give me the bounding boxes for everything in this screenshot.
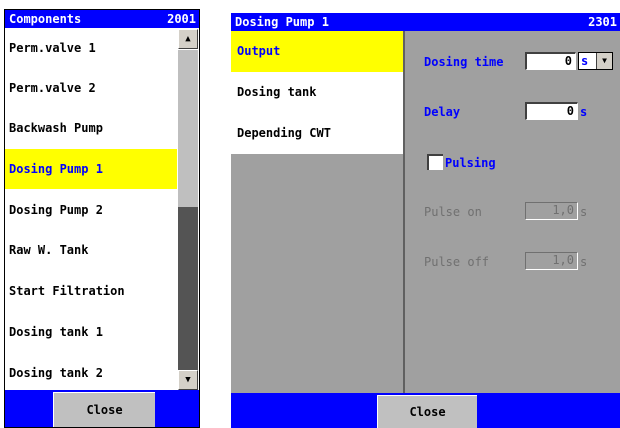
detail-footer: Close (231, 393, 620, 428)
delay-unit: s (580, 105, 588, 119)
pulse-on-label: Pulse on (424, 205, 482, 219)
dosing-time-label: Dosing time (424, 55, 504, 69)
dosing-time-unit-value: s (581, 54, 589, 68)
components-close-button[interactable]: Close (53, 392, 155, 427)
delay-label: Delay (424, 105, 461, 119)
pulsing-checkbox[interactable] (427, 154, 443, 170)
pulse-off-label: Pulse off (424, 255, 490, 269)
tab-output[interactable]: Output (231, 31, 403, 72)
components-code: 2001 (167, 12, 196, 26)
pulse-off-unit: s (580, 255, 588, 269)
components-title: Components (9, 12, 82, 26)
list-item-raw-w-tank[interactable]: Raw W. Tank (5, 230, 177, 270)
components-footer: Close (5, 390, 199, 427)
list-item-dosing-tank-1[interactable]: Dosing tank 1 (5, 312, 177, 352)
components-titlebar: Components 2001 (5, 10, 199, 28)
delay-field[interactable]: 0 (525, 102, 578, 120)
components-window: Components 2001 Perm.valve 1 Perm.valve … (4, 9, 200, 428)
chevron-down-icon[interactable]: ▼ (596, 53, 612, 69)
list-item-perm-valve-1[interactable]: Perm.valve 1 (5, 28, 177, 68)
detail-title: Dosing Pump 1 (235, 15, 329, 29)
pulsing-label: Pulsing (445, 156, 496, 170)
arrow-down-icon: ▼ (185, 375, 191, 385)
list-item-dosing-pump-1[interactable]: Dosing Pump 1 (5, 149, 177, 189)
scroll-up-button[interactable]: ▲ (178, 29, 198, 49)
output-settings: Dosing time 0 s ▼ Delay 0 s Pulsing Puls… (407, 31, 620, 393)
detail-titlebar: Dosing Pump 1 2301 (231, 13, 620, 31)
list-item-backwash-pump[interactable]: Backwash Pump (5, 108, 177, 148)
pulse-on-field[interactable]: 1,0 (525, 202, 578, 220)
dosing-time-field[interactable]: 0 (525, 52, 576, 70)
arrow-up-icon: ▲ (185, 34, 191, 44)
list-item-dosing-tank-2[interactable]: Dosing tank 2 (5, 353, 177, 393)
scrollbar-thumb[interactable] (178, 50, 198, 207)
detail-code: 2301 (588, 15, 617, 29)
components-list: Perm.valve 1 Perm.valve 2 Backwash Pump … (5, 28, 177, 392)
pulse-on-unit: s (580, 205, 588, 219)
components-scrollbar[interactable]: ▲ ▼ (177, 28, 199, 392)
list-item-perm-valve-2[interactable]: Perm.valve 2 (5, 68, 177, 108)
tab-depending-cwt[interactable]: Depending CWT (231, 113, 403, 154)
detail-close-button[interactable]: Close (377, 395, 477, 428)
list-item-dosing-pump-2[interactable]: Dosing Pump 2 (5, 190, 177, 230)
pulse-off-field[interactable]: 1,0 (525, 252, 578, 270)
detail-window: Dosing Pump 1 2301 Output Dosing tank De… (231, 13, 620, 428)
scroll-down-button[interactable]: ▼ (178, 370, 198, 390)
dosing-time-unit-select[interactable]: s ▼ (578, 52, 613, 70)
tab-dosing-tank[interactable]: Dosing tank (231, 72, 403, 113)
list-item-start-filtration[interactable]: Start Filtration (5, 271, 177, 311)
detail-tabs: Output Dosing tank Depending CWT (231, 31, 405, 393)
